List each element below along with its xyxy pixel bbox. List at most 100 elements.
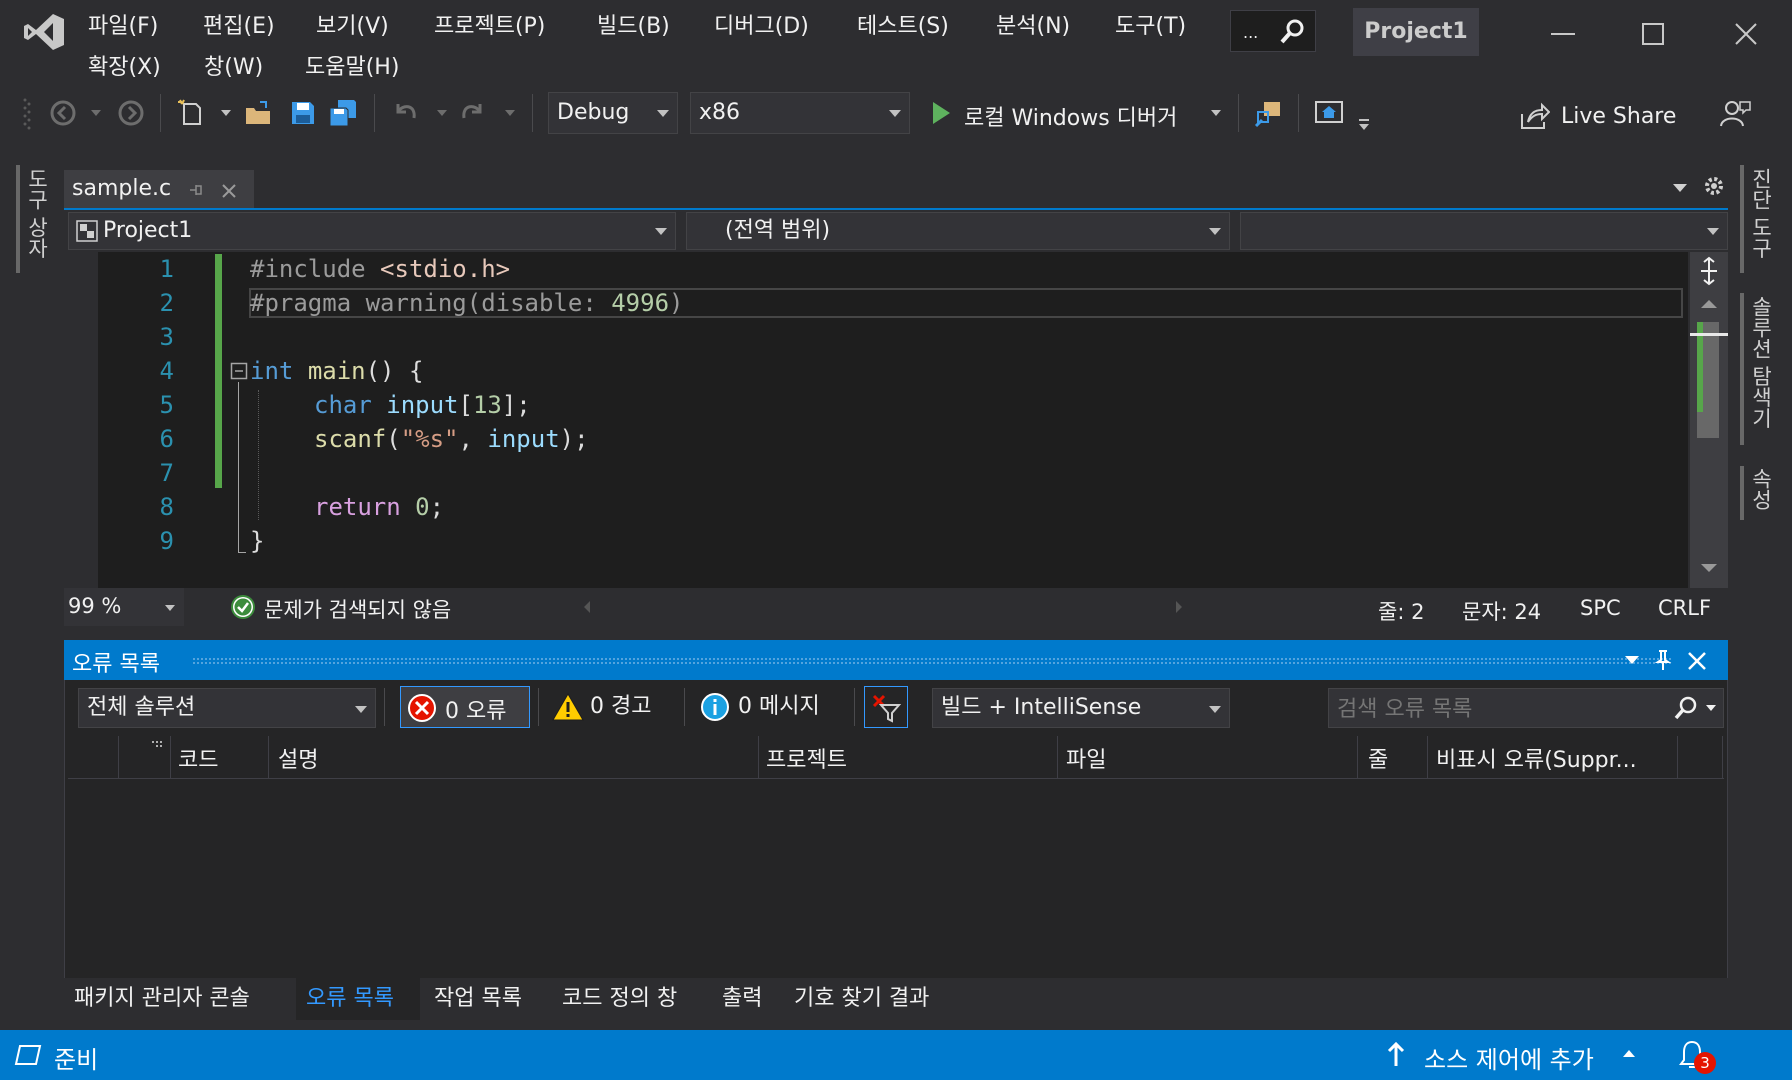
errors-filter-button[interactable]: 0 오류 [400,686,530,728]
tab-label: sample.c [72,176,172,201]
navigate-forward-icon[interactable] [116,98,146,128]
solution-configuration-select[interactable]: Debug [548,92,678,134]
close-tab-icon[interactable] [220,182,238,200]
error-icon [408,694,436,722]
maximize-icon[interactable] [1633,14,1673,54]
tab-task-list[interactable]: 작업 목록 [434,980,522,1012]
member-dropdown[interactable] [1240,212,1728,250]
menu-view[interactable]: 보기(V) [316,8,389,40]
column-header-code[interactable]: 코드 [178,742,218,774]
properties-tab[interactable]: 속성 [1746,468,1776,510]
tab-list-dropdown-icon[interactable] [1672,182,1688,194]
search-icon [1280,19,1304,44]
add-to-source-control-button[interactable]: 소스 제어에 추가 [1424,1040,1594,1075]
close-window-icon[interactable] [1726,14,1766,54]
menu-analyze[interactable]: 분석(N) [996,8,1070,40]
toolbar-overflow-icon[interactable] [1358,118,1370,132]
menu-tools[interactable]: 도구(T) [1115,8,1186,40]
line-number: 2 [159,289,174,317]
column-header-suppression[interactable]: 비표시 오류(Suppr... [1436,742,1664,774]
global-search-button[interactable]: ... [1230,10,1316,52]
warning-icon [552,692,584,721]
tab-output[interactable]: 출력 [722,980,762,1012]
tab-code-definition[interactable]: 코드 정의 창 [562,980,677,1012]
navigate-back-icon[interactable] [48,98,78,128]
project-scope-dropdown[interactable]: Project1 [68,212,676,250]
start-debugging-button[interactable]: 로컬 Windows 디버거 [964,100,1177,132]
collapse-icon[interactable] [230,362,248,380]
menu-debug[interactable]: 디버그(D) [714,8,809,40]
undo-icon[interactable] [390,98,420,128]
application-insights-icon[interactable] [1254,98,1284,128]
redo-dropdown-icon[interactable] [504,108,516,118]
error-scope-select[interactable]: 전체 솔루션 [78,688,376,728]
toolbox-tab[interactable]: 도구 상자 [22,168,52,259]
outline-guide-end [238,552,246,553]
error-search-box[interactable] [1328,688,1724,728]
back-dropdown-icon[interactable] [90,108,102,118]
column-header-line[interactable]: 줄 [1368,742,1388,774]
solution-explorer-tab[interactable]: 솔루션 탐색기 [1746,296,1776,429]
whitespace-indicator[interactable]: SPC [1580,596,1621,620]
pin-tab-icon[interactable] [186,182,204,198]
diagnostic-tools-tab[interactable]: 진단 도구 [1746,168,1776,259]
undo-dropdown-icon[interactable] [436,108,448,118]
filter-toggle-button[interactable] [864,686,908,728]
line-ending-indicator[interactable]: CRLF [1658,596,1711,620]
line-indicator[interactable]: 줄: 2 [1378,596,1424,626]
error-source-select[interactable]: 빌드 + IntelliSense [932,688,1230,728]
gear-icon[interactable] [1702,174,1726,198]
browser-link-icon[interactable] [1314,98,1344,128]
menu-file[interactable]: 파일(F) [88,8,158,40]
start-debugging-icon[interactable] [930,100,952,126]
titlebar-grip [192,657,1672,665]
tab-package-manager-console[interactable]: 패키지 관리자 콘솔 [74,980,250,1012]
error-search-input[interactable] [1335,693,1669,725]
search-icon[interactable] [1673,695,1699,721]
status-ready: 준비 [54,1046,99,1074]
hscroll-right-icon[interactable] [1174,599,1184,615]
column-chooser-icon[interactable] [150,740,162,750]
redo-icon[interactable] [458,98,488,128]
menu-edit[interactable]: 편집(E) [203,8,275,40]
minimize-icon[interactable] [1543,14,1583,54]
feedback-icon[interactable] [1718,98,1752,130]
search-options-dropdown-icon[interactable] [1705,703,1717,713]
new-dropdown-icon[interactable] [220,108,232,118]
pin-icon[interactable] [1654,648,1672,672]
live-share-button[interactable]: Live Share [1561,104,1676,129]
char-indicator[interactable]: 문자: 24 [1462,596,1541,626]
line-number: 4 [159,357,174,385]
issues-status[interactable]: 문제가 검색되지 않음 [264,594,451,624]
split-window-icon[interactable] [1696,256,1722,286]
share-icon[interactable] [1518,102,1550,132]
scroll-up-icon[interactable] [1700,298,1718,310]
menu-extensions[interactable]: 확장(X) [88,49,161,81]
solution-platform-select[interactable]: x86 [690,92,910,134]
line-number: 6 [159,425,174,453]
menu-project[interactable]: 프로젝트(P) [434,8,545,40]
type-scope-dropdown[interactable]: (전역 범위) [686,212,1230,250]
tab-find-symbol-results[interactable]: 기호 찾기 결과 [794,980,929,1012]
scroll-down-icon[interactable] [1700,562,1718,574]
open-file-icon[interactable] [244,98,274,128]
save-icon[interactable] [288,98,318,128]
close-panel-icon[interactable] [1686,650,1708,672]
debug-target-dropdown-icon[interactable] [1210,108,1222,118]
column-header-project[interactable]: 프로젝트 [766,742,847,774]
column-header-file[interactable]: 파일 [1066,742,1106,774]
menu-build[interactable]: 빌드(B) [597,8,670,40]
outline-guide [238,382,239,552]
zoom-select[interactable]: 99 % [64,588,184,626]
menu-window[interactable]: 창(W) [204,49,263,81]
window-position-dropdown-icon[interactable] [1624,654,1640,666]
tab-sample-c[interactable]: sample.c [64,170,254,210]
menu-help[interactable]: 도움말(H) [305,49,399,81]
new-project-icon[interactable] [176,98,206,128]
hscroll-left-icon[interactable] [582,599,592,615]
save-all-icon[interactable] [328,98,358,128]
column-header-description[interactable]: 설명 [278,742,318,774]
menu-test[interactable]: 테스트(S) [857,8,949,40]
error-list-titlebar[interactable]: 오류 목록 [64,640,1728,680]
tab-error-list[interactable]: 오류 목록 [296,978,420,1020]
